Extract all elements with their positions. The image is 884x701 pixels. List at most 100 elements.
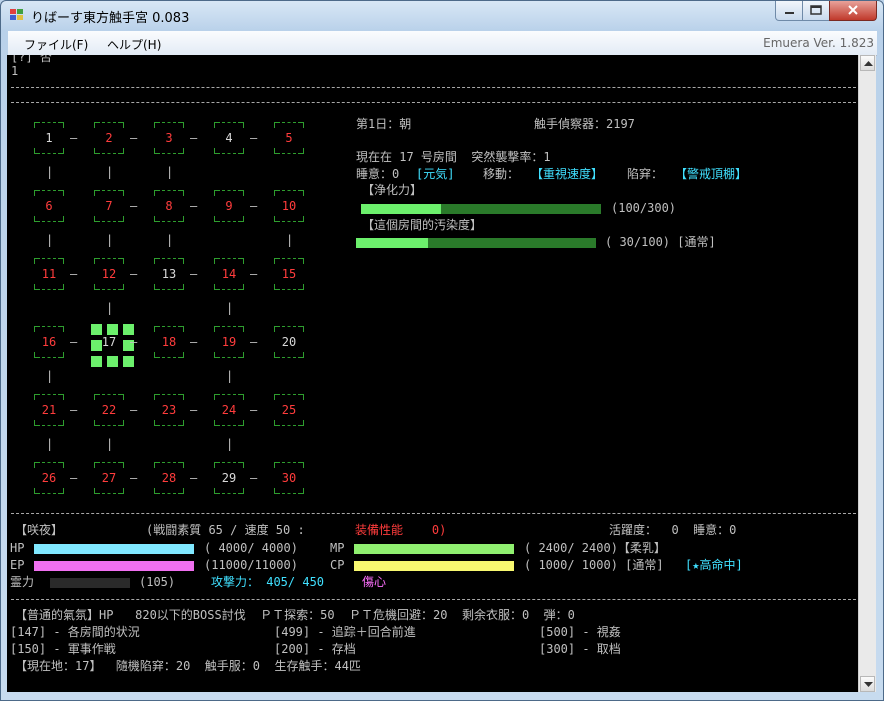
pollution-bar (356, 238, 596, 248)
separator (11, 87, 856, 88)
room-15: 15 (274, 258, 304, 290)
console-line: 1 (11, 64, 19, 78)
room-number: 23 (161, 403, 177, 417)
char-stats: (戦闘素質 65 / 速度 50 : (146, 523, 305, 537)
room-number: 30 (281, 471, 297, 485)
command-300[interactable]: [300] - 取档 (539, 642, 621, 656)
console-output[interactable]: [?] 否 1 1 2 3 4 5 6 7 8 9 10 11 12 13 14 15 16 17 18 19 20 2… (7, 55, 858, 692)
room-16: 16 (34, 326, 64, 358)
room-number: 20 (281, 335, 297, 349)
menu-file[interactable]: ファイル(F) (24, 36, 88, 53)
scroll-up-button[interactable] (860, 55, 875, 71)
detector-label: 触手偵察器：2197 (534, 117, 635, 131)
mp-value: ( 2400/ 2400)【柔乳】 (524, 541, 666, 555)
room-1: 1 (34, 122, 64, 154)
room-number: 6 (45, 199, 53, 213)
cp-label: CP (330, 558, 345, 572)
room-connector: — (250, 199, 258, 213)
room-23: 23 (154, 394, 184, 426)
room-connector: | (46, 369, 54, 383)
current-room-marker (123, 324, 134, 335)
room-14: 14 (214, 258, 244, 290)
char-equip: 装備性能 0) (355, 523, 447, 537)
purify-bar-fill (361, 204, 441, 214)
room-30: 30 (274, 462, 304, 494)
char-activity: 活躍度： 0 睡意：0 (609, 523, 737, 537)
room-4: 4 (214, 122, 244, 154)
cp-bar (354, 561, 514, 571)
room-number: 16 (41, 335, 57, 349)
current-room-marker (91, 356, 102, 367)
scroll-down-button[interactable] (860, 676, 875, 692)
room-11: 11 (34, 258, 64, 290)
room-connector: — (250, 335, 258, 349)
room-connector: — (250, 471, 258, 485)
room-8: 8 (154, 190, 184, 222)
ep-bar-fill (34, 561, 194, 571)
command-499[interactable]: [499] - 追踪＋回合前進 (274, 625, 416, 639)
room-25: 25 (274, 394, 304, 426)
room-connector: | (286, 233, 294, 247)
room-21: 21 (34, 394, 64, 426)
room-connector: | (106, 301, 114, 315)
sleep-state: [元気] (416, 167, 455, 181)
hp-label: HP (10, 541, 25, 555)
room-number: 10 (281, 199, 297, 213)
room-number: 9 (225, 199, 233, 213)
pollution-value: ( 30/100) [通常] (605, 235, 716, 249)
room-number: 13 (161, 267, 177, 281)
purify-bar (361, 204, 601, 214)
room-connector: | (106, 165, 114, 179)
command-150[interactable]: [150] - 軍事作戦 (10, 642, 116, 656)
title-bar[interactable]: りばーす東方触手宮 0.083 (1, 1, 883, 29)
mp-bar-fill (354, 544, 514, 554)
close-icon (848, 5, 858, 15)
char-name: 【咲夜】 (15, 523, 64, 537)
room-connector: | (46, 233, 54, 247)
room-24: 24 (214, 394, 244, 426)
separator (11, 102, 856, 103)
command-147[interactable]: [147] - 各房間的状況 (10, 625, 140, 639)
room-29: 29 (214, 462, 244, 494)
trap-label: 陷穽： (627, 167, 664, 181)
command-200[interactable]: [200] - 存档 (274, 642, 356, 656)
room-connector: | (166, 233, 174, 247)
room-number: 14 (221, 267, 237, 281)
room-number: 12 (101, 267, 117, 281)
room-connector: — (190, 335, 198, 349)
spirit-value: (105) (139, 575, 176, 589)
room-27: 27 (94, 462, 124, 494)
room-2: 2 (94, 122, 124, 154)
trap-value: 【警戒頂棚】 (675, 167, 748, 181)
room-connector: | (226, 437, 234, 451)
mp-bar (354, 544, 514, 554)
mp-label: MP (330, 541, 345, 555)
room-number: 19 (221, 335, 237, 349)
minimize-icon (785, 12, 794, 14)
separator (11, 599, 856, 600)
current-room-marker (123, 356, 134, 367)
hp-value: ( 4000/ 4000) (204, 541, 298, 555)
maximize-button[interactable] (802, 1, 831, 21)
cp-extra: [★高命中] (685, 558, 743, 572)
room-number: 27 (101, 471, 117, 485)
app-icon (10, 9, 24, 21)
room-connector: — (130, 199, 138, 213)
pollution-label: 【這個房間的汚染度】 (362, 218, 483, 232)
menu-help[interactable]: ヘルプ(H) (107, 36, 161, 53)
vertical-scrollbar[interactable] (858, 55, 876, 692)
minimize-button[interactable] (775, 1, 804, 21)
room-connector: — (130, 131, 138, 145)
room-number: 28 (161, 471, 177, 485)
command-500[interactable]: [500] - 視姦 (539, 625, 621, 639)
room-connector: — (70, 335, 78, 349)
location-line: 【現在地：17】 隨機陷穽：20 触手服：0 生存触手：44匹 (15, 659, 361, 673)
room-6: 6 (34, 190, 64, 222)
room-connector: — (190, 199, 198, 213)
room-connector: — (70, 403, 78, 417)
separator (11, 513, 856, 514)
close-button[interactable] (829, 1, 877, 21)
room-number: 18 (161, 335, 177, 349)
room-number: 11 (41, 267, 57, 281)
spirit-bar (50, 578, 130, 588)
